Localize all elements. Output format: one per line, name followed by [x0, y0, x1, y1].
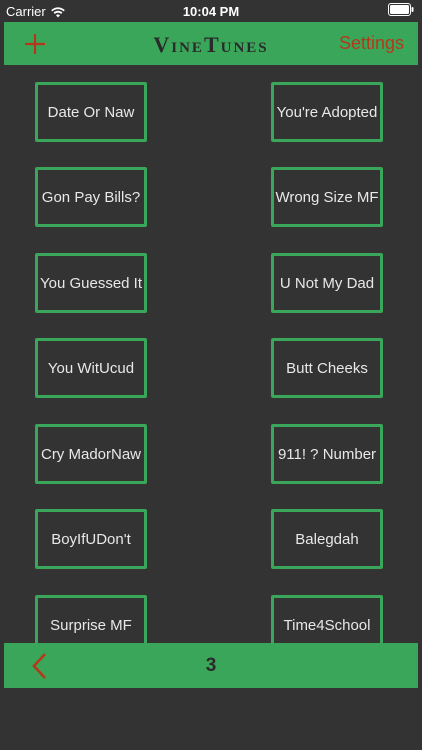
sound-button[interactable]: BoyIfUDon't: [35, 509, 147, 569]
status-time: 10:04 PM: [182, 4, 240, 19]
plus-icon: [25, 34, 45, 54]
battery-icon: [388, 3, 414, 16]
sound-button[interactable]: Gon Pay Bills?: [35, 167, 147, 227]
app-screen: Carrier 10:04 PM VineTunes Settings Date…: [0, 0, 422, 750]
sound-button[interactable]: Cry MadorNaw: [35, 424, 147, 484]
nav-bar: VineTunes Settings: [4, 22, 418, 65]
chevron-left-icon: [32, 653, 46, 679]
sound-button[interactable]: Balegdah: [271, 509, 383, 569]
sound-button[interactable]: 911! ? Number: [271, 424, 383, 484]
page-number: 3: [205, 655, 217, 676]
sound-button[interactable]: Butt Cheeks: [271, 338, 383, 398]
settings-button[interactable]: Settings: [339, 33, 404, 54]
sound-button[interactable]: Surprise MF: [35, 595, 147, 643]
back-button[interactable]: [28, 651, 52, 681]
sound-button[interactable]: You're Adopted: [271, 82, 383, 142]
sound-button[interactable]: Wrong Size MF: [271, 167, 383, 227]
sound-button[interactable]: Time4School: [271, 595, 383, 643]
status-bar: Carrier 10:04 PM: [0, 0, 422, 22]
sound-button[interactable]: You Guessed It: [35, 253, 147, 313]
sound-button[interactable]: U Not My Dad: [271, 253, 383, 313]
bottom-bar: 3: [4, 643, 418, 688]
sound-button-grid[interactable]: Date Or Naw You're Adopted Gon Pay Bills…: [0, 65, 422, 643]
add-button[interactable]: [20, 28, 50, 58]
sound-button[interactable]: Date Or Naw: [35, 82, 147, 142]
sound-button[interactable]: You WitUcud: [35, 338, 147, 398]
